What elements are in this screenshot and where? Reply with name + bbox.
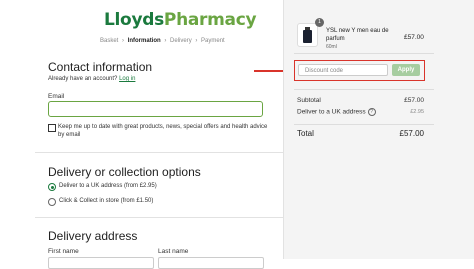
product-price: £57.00	[404, 34, 424, 41]
breadcrumb: Basket › Information › Delivery › Paymen…	[100, 38, 225, 44]
account-prompt: Already have an account? Log in	[48, 76, 135, 82]
breadcrumb-separator: ›	[195, 38, 198, 44]
quantity-badge: 1	[315, 18, 324, 27]
section-divider	[35, 217, 283, 218]
first-name-label: First name	[48, 248, 79, 255]
breadcrumb-delivery: Delivery	[170, 38, 192, 44]
contact-information-heading: Contact information	[48, 60, 153, 74]
order-summary-panel: 1 YSL new Y men eau de parfum 60ml £57.0…	[283, 0, 474, 259]
delivery-address-heading: Delivery address	[48, 229, 138, 243]
shipping-value: £2.95	[410, 109, 424, 115]
newsletter-label: Keep me up to date with great products, …	[58, 124, 268, 138]
option-label-click-collect: Click & Collect in store (from £1.50)	[59, 198, 154, 204]
breadcrumb-separator: ›	[164, 38, 167, 44]
discount-code-input[interactable]: Discount code	[298, 64, 388, 76]
email-field[interactable]	[48, 101, 263, 117]
breadcrumb-separator: ›	[122, 38, 125, 44]
apply-discount-button[interactable]: Apply	[392, 64, 420, 76]
summary-divider	[294, 53, 434, 54]
subtotal-value: £57.00	[404, 97, 424, 104]
summary-divider	[294, 89, 434, 90]
breadcrumb-basket[interactable]: Basket	[100, 38, 118, 44]
logo-text-part2: Pharmacy	[163, 10, 257, 30]
breadcrumb-payment: Payment	[201, 38, 225, 44]
section-divider	[35, 152, 283, 153]
subtotal-label: Subtotal	[297, 97, 321, 104]
product-name: YSL new Y men eau de parfum	[326, 28, 389, 42]
checkout-form-panel: LloydsPharmacy Basket › Information › De…	[0, 0, 283, 269]
account-prompt-text: Already have an account?	[48, 76, 118, 82]
perfume-bottle-icon	[303, 30, 312, 43]
breadcrumb-information: Information	[127, 38, 161, 44]
newsletter-checkbox[interactable]	[48, 124, 56, 132]
login-link[interactable]: Log in	[119, 76, 135, 82]
shipping-label-row: Deliver to a UK address?	[297, 108, 376, 116]
option-label-deliver-uk: Deliver to a UK address (from £2.95)	[59, 183, 157, 189]
radio-click-collect[interactable]	[48, 198, 56, 206]
question-circle-icon[interactable]: ?	[367, 108, 376, 116]
email-label: Email	[48, 93, 65, 100]
last-name-label: Last name	[158, 248, 189, 255]
product-size: 60ml	[326, 44, 337, 50]
total-label: Total	[297, 129, 314, 138]
product-thumbnail	[297, 23, 318, 47]
discount-highlight-box: Discount code Apply	[294, 60, 425, 81]
summary-divider	[294, 124, 434, 125]
radio-deliver-uk[interactable]	[48, 183, 56, 191]
lloyds-pharmacy-logo[interactable]: LloydsPharmacy	[104, 10, 257, 30]
shipping-label: Deliver to a UK address	[297, 108, 366, 116]
logo-text-part1: Lloyds	[104, 10, 164, 30]
total-value: £57.00	[399, 129, 424, 138]
delivery-options-heading: Delivery or collection options	[48, 165, 201, 179]
